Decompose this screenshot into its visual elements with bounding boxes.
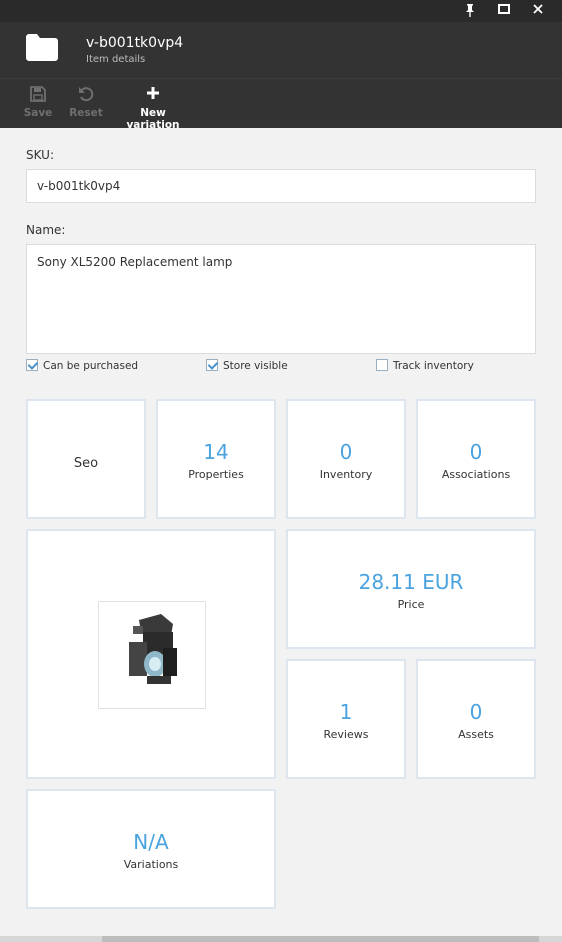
toolbar: Save Reset New variation xyxy=(0,78,562,131)
store-visible-label: Store visible xyxy=(223,360,288,372)
track-inventory-checkbox[interactable]: Track inventory xyxy=(376,358,474,374)
sku-label: SKU: xyxy=(26,148,54,162)
inventory-tile[interactable]: 0 Inventory xyxy=(286,399,406,519)
undo-icon xyxy=(66,85,106,107)
properties-count: 14 xyxy=(203,440,229,464)
assets-tile[interactable]: 0 Assets xyxy=(416,659,536,779)
checkbox-unchecked-icon xyxy=(376,359,388,371)
associations-label: Associations xyxy=(441,468,511,481)
save-button[interactable]: Save xyxy=(18,83,58,125)
seo-label: Seo xyxy=(73,456,99,471)
pin-icon[interactable] xyxy=(461,3,479,19)
product-image[interactable] xyxy=(98,601,206,709)
close-icon[interactable] xyxy=(529,3,547,19)
price-value: 28.11 EUR xyxy=(358,570,464,594)
horizontal-scrollbar[interactable] xyxy=(0,936,562,942)
page-subtitle: Item details xyxy=(86,54,146,65)
properties-tile[interactable]: 14 Properties xyxy=(156,399,276,519)
reset-label: Reset xyxy=(69,107,103,119)
assets-label: Assets xyxy=(458,728,494,741)
page-title: v-b001tk0vp4 xyxy=(86,35,184,51)
track-inventory-label: Track inventory xyxy=(393,360,474,372)
scrollbar-thumb[interactable] xyxy=(102,936,539,942)
reviews-tile[interactable]: 1 Reviews xyxy=(286,659,406,779)
can-be-purchased-checkbox[interactable]: Can be purchased xyxy=(26,358,138,374)
maximize-icon[interactable] xyxy=(495,3,513,19)
window-title-bar xyxy=(0,0,562,22)
reviews-count: 1 xyxy=(339,700,353,724)
plus-icon xyxy=(116,85,190,107)
sku-input[interactable]: v-b001tk0vp4 xyxy=(26,169,536,203)
associations-tile[interactable]: 0 Associations xyxy=(416,399,536,519)
checkbox-checked-icon xyxy=(206,359,218,371)
seo-tile[interactable]: Seo xyxy=(26,399,146,519)
assets-count: 0 xyxy=(469,700,483,724)
reviews-label: Reviews xyxy=(323,728,369,741)
save-label: Save xyxy=(23,107,53,119)
variations-value: N/A xyxy=(133,830,169,854)
checkbox-checked-icon xyxy=(26,359,38,371)
save-icon xyxy=(18,85,58,107)
associations-count: 0 xyxy=(469,440,483,464)
price-label: Price xyxy=(397,598,425,611)
images-tile[interactable] xyxy=(26,529,276,779)
properties-label: Properties xyxy=(188,468,244,481)
reset-button[interactable]: Reset xyxy=(66,83,106,125)
variations-label: Variations xyxy=(123,858,179,871)
new-variation-button[interactable]: New variation xyxy=(116,83,190,131)
variations-tile[interactable]: N/A Variations xyxy=(26,789,276,909)
price-tile[interactable]: 28.11 EUR Price xyxy=(286,529,536,649)
new-variation-label: New variation xyxy=(126,107,180,131)
blade-header: v-b001tk0vp4 Item details xyxy=(0,22,562,78)
name-textarea[interactable]: Sony XL5200 Replacement lamp xyxy=(26,244,536,354)
can-be-purchased-label: Can be purchased xyxy=(43,360,139,372)
folder-icon xyxy=(26,34,58,61)
name-label: Name: xyxy=(26,223,66,237)
inventory-count: 0 xyxy=(339,440,353,464)
inventory-label: Inventory xyxy=(319,468,373,481)
store-visible-checkbox[interactable]: Store visible xyxy=(206,358,288,374)
